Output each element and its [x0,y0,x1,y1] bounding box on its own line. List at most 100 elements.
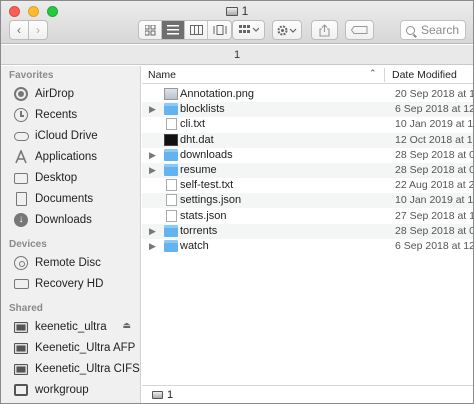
image-file-icon [164,88,178,100]
table-row[interactable]: cli.txt 10 Jan 2019 at 16:20 [142,117,473,132]
disclosure-triangle-icon[interactable]: ▶ [149,226,156,237]
column-header-date-modified[interactable]: Date Modified [392,69,457,81]
disclosure-triangle-icon[interactable]: ▶ [149,241,156,252]
sidebar-item-label: Recovery HD [35,278,104,290]
tag-button[interactable] [345,20,374,40]
file-date-modified: 12 Oct 2018 at 15:31 [395,133,473,146]
icon-view-button[interactable] [139,21,162,39]
sidebar-item-downloads[interactable]: ↓ Downloads [13,210,141,230]
folder-icon [164,148,178,161]
table-row[interactable]: stats.json 27 Sep 2018 at 15:35 [142,209,473,224]
path-bar-label: 1 [233,49,241,61]
file-date-modified: 27 Sep 2018 at 15:35 [395,209,473,222]
file-date-modified: 6 Sep 2018 at 12:53 [395,103,474,116]
table-row[interactable]: dht.dat 12 Oct 2018 at 15:31 [142,132,473,148]
column-view-button[interactable] [185,21,208,39]
sidebar-item-recovery-hd[interactable]: Recovery HD [13,274,141,294]
chevron-right-icon: › [36,23,40,37]
table-row[interactable]: ▶ downloads 28 Sep 2018 at 01:22 [142,148,473,163]
sidebar-item-label: iCloud Drive [35,130,98,142]
sidebar-header-devices: Devices [9,239,47,250]
file-name: settings.json [180,194,242,207]
sidebar-header-shared: Shared [9,303,43,314]
chevron-left-icon: ‹ [17,23,21,37]
disclosure-triangle-icon[interactable]: ▶ [149,150,156,161]
folder-icon [164,224,178,237]
sidebar-header-favorites: Favorites [9,70,54,81]
window-title-text: 1 [241,4,249,18]
group-by-button[interactable] [232,20,265,40]
sidebar-item-label: workgroup [35,384,89,396]
monitor-icon [13,361,29,377]
network-icon [13,382,29,398]
file-name: torrents [180,224,218,237]
window-title: 1 [1,4,473,18]
gallery-view-button[interactable] [208,21,231,39]
forward-button[interactable]: › [28,20,48,40]
sidebar-item-label: Desktop [35,172,78,184]
view-mode-control [138,20,232,40]
bottom-path-label[interactable]: 1 [167,389,173,401]
folder-icon [164,164,178,176]
grid-icon [144,24,155,35]
list-view-button[interactable] [162,21,185,39]
applications-icon [13,149,29,165]
sidebar-item-workgroup[interactable]: workgroup [13,380,141,400]
desktop-icon [13,170,29,186]
sidebar-item-icloud-drive[interactable]: iCloud Drive [13,126,141,146]
column-header-name[interactable]: Name [148,69,176,81]
airdrop-icon [13,86,29,102]
document-icon [13,191,29,207]
sidebar-item-recents[interactable]: Recents [13,105,141,125]
share-button[interactable] [311,20,338,40]
table-row[interactable]: Annotation.png 20 Sep 2018 at 15:27 [142,87,473,102]
back-button[interactable]: ‹ [9,20,29,40]
drive-icon [225,7,238,16]
table-row[interactable]: ▶ watch 6 Sep 2018 at 12:53 [142,239,473,254]
text-file-icon [166,179,177,192]
sort-chevron-icon: ⌃ [369,68,377,78]
sidebar-item-documents[interactable]: Documents [13,189,141,209]
text-file-icon [166,118,177,131]
sidebar-item-keenetic-ultra-afp[interactable]: Keenetic_Ultra AFP [13,338,141,358]
file-name: stats.json [180,209,227,222]
table-row[interactable]: ▶ blocklists 6 Sep 2018 at 12:53 [142,102,474,118]
sidebar-item-airdrop[interactable]: AirDrop [13,84,141,104]
disc-icon [13,255,29,271]
search-field[interactable]: Search [400,20,466,40]
table-row[interactable]: ▶ resume 28 Sep 2018 at 01:22 [142,163,473,178]
clock-icon [13,107,29,123]
sidebar-item-label: Keenetic_Ultra CIFS [35,363,140,375]
file-date-modified: 22 Aug 2018 at 23:46 [395,179,474,192]
sidebar-item-keenetic-ultra[interactable]: keenetic_ultra ⏏ [13,317,141,337]
file-name: watch [180,240,209,252]
arrange-grid-icon [238,25,259,33]
sidebar-item-applications[interactable]: Applications [13,147,141,167]
disclosure-triangle-icon[interactable]: ▶ [149,165,156,176]
table-row[interactable]: self-test.txt 22 Aug 2018 at 23:46 [142,178,473,193]
disclosure-triangle-icon[interactable]: ▶ [149,104,156,115]
sidebar-item-label: Applications [35,151,98,163]
harddrive-icon [13,276,29,292]
file-date-modified: 6 Sep 2018 at 12:53 [395,240,474,252]
table-row[interactable]: settings.json 10 Jan 2019 at 18:37 [142,193,473,209]
sidebar: Favorites AirDrop Recents iCloud Drive A… [1,66,141,403]
column-divider[interactable] [384,68,385,82]
sidebar-item-keenetic-ultra-cifs[interactable]: Keenetic_Ultra CIFS [13,359,141,379]
cloud-icon [13,128,29,144]
coverflow-icon [213,25,226,35]
sidebar-item-desktop[interactable]: Desktop [13,168,141,188]
tag-icon [351,26,368,34]
file-name: Annotation.png [180,88,255,100]
eject-icon[interactable]: ⏏ [122,320,131,331]
folder-icon [164,240,178,252]
title-bar: 1 ‹ › Search [1,1,473,44]
table-row[interactable]: ▶ torrents 28 Sep 2018 at 01:22 [142,223,473,239]
file-date-modified: 28 Sep 2018 at 01:22 [395,148,473,161]
sidebar-item-remote-disc[interactable]: Remote Disc [13,253,141,273]
download-icon: ↓ [13,212,29,228]
drive-icon [152,391,163,399]
file-list: Name ⌃ Date Modified Annotation.png 20 Se… [142,66,473,384]
columns-icon [189,25,203,35]
action-menu-button[interactable] [272,20,302,40]
